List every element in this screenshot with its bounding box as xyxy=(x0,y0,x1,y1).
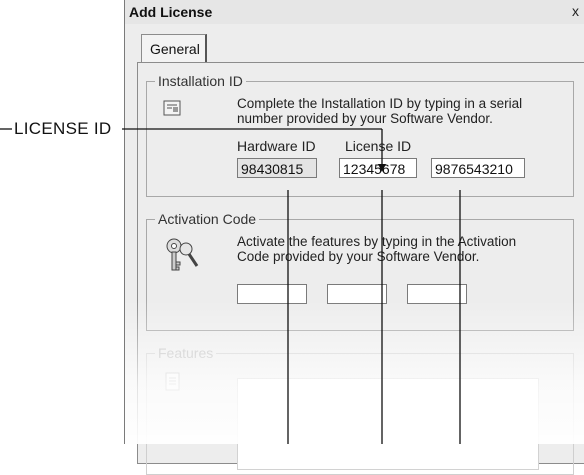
callout-lines xyxy=(0,128,461,444)
